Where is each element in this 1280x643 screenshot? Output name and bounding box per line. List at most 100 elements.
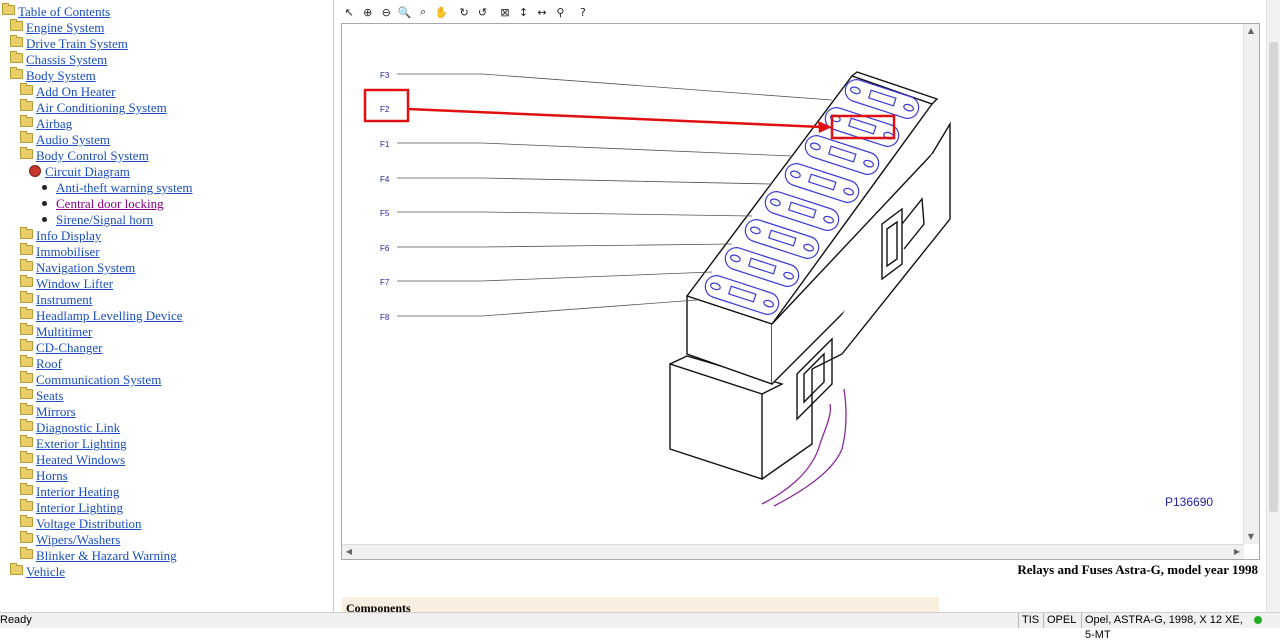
magnify-icon[interactable]: ⚲ bbox=[552, 3, 568, 21]
tree-item[interactable]: Diagnostic Link bbox=[20, 419, 120, 436]
tree-item[interactable]: Seats bbox=[20, 387, 63, 404]
tree-item-link[interactable]: Engine System bbox=[26, 20, 104, 35]
fit-window-icon[interactable]: ⊠ bbox=[497, 3, 513, 21]
tree-item[interactable]: Heated Windows bbox=[20, 451, 125, 468]
tree-item-link[interactable]: Interior Lighting bbox=[36, 500, 123, 515]
tree-item[interactable]: Immobiliser bbox=[20, 243, 100, 260]
scroll-down-arrow[interactable]: ▼ bbox=[1244, 530, 1258, 544]
tree-item[interactable]: Communication System bbox=[20, 371, 161, 388]
tree-item-link[interactable]: Add On Heater bbox=[36, 84, 115, 99]
tree-item[interactable]: Instrument bbox=[20, 291, 92, 308]
tree-item-link[interactable]: Central door locking bbox=[56, 196, 164, 211]
tree-item-link[interactable]: Table of Contents bbox=[18, 4, 110, 19]
page-scrollbar-thumb[interactable] bbox=[1269, 42, 1278, 512]
page-scrollbar[interactable] bbox=[1266, 0, 1280, 612]
zoom-out-icon[interactable]: ⊖ bbox=[378, 3, 394, 21]
tree-item-link[interactable]: Circuit Diagram bbox=[45, 164, 130, 179]
diagram-viewer[interactable]: F3 F2 F1 F4 F5 F6 F7 F8 P136690 ▲ ▼ ◀ ▶ bbox=[341, 23, 1260, 560]
tree-item[interactable]: Circuit Diagram bbox=[29, 164, 130, 180]
tree-item-link[interactable]: Body System bbox=[26, 68, 96, 83]
fit-height-icon[interactable]: ↕ bbox=[515, 3, 531, 21]
tree-item-link[interactable]: Sirene/Signal horn bbox=[56, 212, 153, 227]
tree-item-link[interactable]: Voltage Distribution bbox=[36, 516, 142, 531]
fuse-label: F1 bbox=[380, 140, 390, 149]
tree-item-link[interactable]: Info Display bbox=[36, 228, 101, 243]
help-icon[interactable]: ? bbox=[575, 3, 591, 21]
tree-item-link[interactable]: Exterior Lighting bbox=[36, 436, 127, 451]
tree-item-link[interactable]: Navigation System bbox=[36, 260, 135, 275]
tree-item-link[interactable]: Heated Windows bbox=[36, 452, 125, 467]
tree-item[interactable]: Mirrors bbox=[20, 403, 76, 420]
tree-item-link[interactable]: Drive Train System bbox=[26, 36, 128, 51]
tree-item[interactable]: CD-Changer bbox=[20, 339, 102, 356]
tree-item-link[interactable]: Communication System bbox=[36, 372, 161, 387]
tree-item[interactable]: Interior Lighting bbox=[20, 499, 123, 516]
tree-item[interactable]: Table of Contents bbox=[2, 3, 110, 20]
tree-item[interactable]: Navigation System bbox=[20, 259, 135, 276]
tree-item[interactable]: Wipers/Washers bbox=[20, 531, 120, 548]
tree-item[interactable]: Audio System bbox=[20, 131, 110, 148]
scroll-up-arrow[interactable]: ▲ bbox=[1244, 24, 1258, 38]
tree-item[interactable]: Body System bbox=[10, 67, 96, 84]
tree-item[interactable]: Anti-theft warning system bbox=[39, 180, 192, 196]
tree-item[interactable]: Horns bbox=[20, 467, 68, 484]
tree-item-link[interactable]: Mirrors bbox=[36, 404, 76, 419]
tree-item-link[interactable]: Interior Heating bbox=[36, 484, 119, 499]
zoom-in-icon[interactable]: ⊕ bbox=[359, 3, 375, 21]
tree-item[interactable]: Engine System bbox=[10, 19, 104, 36]
tree-item-link[interactable]: Airbag bbox=[36, 116, 72, 131]
tree-item-link[interactable]: CD-Changer bbox=[36, 340, 102, 355]
select-tool-icon[interactable]: ↖ bbox=[341, 3, 357, 21]
tree-item[interactable]: Sirene/Signal horn bbox=[39, 212, 153, 228]
tree-item-link[interactable]: Body Control System bbox=[36, 148, 149, 163]
tree-item-link[interactable]: Immobiliser bbox=[36, 244, 100, 259]
tree-item-link[interactable]: Audio System bbox=[36, 132, 110, 147]
tree-item[interactable]: Air Conditioning System bbox=[20, 99, 167, 116]
horizontal-scrollbar[interactable]: ◀ ▶ bbox=[342, 544, 1244, 559]
pan-hand-icon[interactable]: ✋ bbox=[433, 3, 449, 21]
tree-item[interactable]: Airbag bbox=[20, 115, 72, 132]
zoom-area-icon[interactable]: ⌕ bbox=[415, 3, 431, 21]
tree-item-link[interactable]: Multitimer bbox=[36, 324, 92, 339]
folder-icon bbox=[20, 547, 33, 559]
tree-item[interactable]: Roof bbox=[20, 355, 62, 372]
scroll-left-arrow[interactable]: ◀ bbox=[342, 545, 356, 559]
tree-item-link[interactable]: Seats bbox=[36, 388, 63, 403]
tree-item[interactable]: Drive Train System bbox=[10, 35, 128, 52]
rotate-cw-icon[interactable]: ↻ bbox=[456, 3, 472, 21]
tree-item-link[interactable]: Instrument bbox=[36, 292, 92, 307]
fuse-label: F3 bbox=[380, 71, 390, 80]
tree-item[interactable]: Exterior Lighting bbox=[20, 435, 127, 452]
tree-item-link[interactable]: Chassis System bbox=[26, 52, 107, 67]
tree-item-link[interactable]: Window Lifter bbox=[36, 276, 113, 291]
tree-item-link[interactable]: Headlamp Levelling Device bbox=[36, 308, 183, 323]
tree-item[interactable]: Multitimer bbox=[20, 323, 92, 340]
tree-item[interactable]: Info Display bbox=[20, 227, 101, 244]
tree-item[interactable]: Blinker & Hazard Warning bbox=[20, 547, 177, 564]
tree-item-link[interactable]: Roof bbox=[36, 356, 62, 371]
tree-item-link[interactable]: Diagnostic Link bbox=[36, 420, 120, 435]
tree-item[interactable]: Add On Heater bbox=[20, 83, 115, 100]
zoom-icon[interactable]: 🔍 bbox=[396, 3, 412, 21]
tree-item[interactable]: Body Control System bbox=[20, 147, 149, 164]
tree-item-link[interactable]: Anti-theft warning system bbox=[56, 180, 192, 195]
tree-item-link[interactable]: Blinker & Hazard Warning bbox=[36, 548, 177, 563]
tree-item-link[interactable]: Vehicle bbox=[26, 564, 65, 579]
tree-item-link[interactable]: Wipers/Washers bbox=[36, 532, 120, 547]
vertical-scrollbar[interactable]: ▲ ▼ bbox=[1243, 24, 1259, 544]
fuse-label: F7 bbox=[380, 278, 390, 287]
part-number: P136690 bbox=[1165, 495, 1213, 509]
tree-item[interactable]: Chassis System bbox=[10, 51, 107, 68]
scroll-right-arrow[interactable]: ▶ bbox=[1230, 545, 1244, 559]
rotate-ccw-icon[interactable]: ↺ bbox=[474, 3, 490, 21]
tree-item[interactable]: Voltage Distribution bbox=[20, 515, 142, 532]
highlight-arrowhead bbox=[818, 121, 832, 133]
tree-item[interactable]: Headlamp Levelling Device bbox=[20, 307, 183, 324]
tree-item[interactable]: Vehicle bbox=[10, 563, 65, 580]
tree-item-link[interactable]: Horns bbox=[36, 468, 68, 483]
tree-item-link[interactable]: Air Conditioning System bbox=[36, 100, 167, 115]
fit-width-icon[interactable]: ↔ bbox=[534, 3, 550, 21]
tree-item[interactable]: Interior Heating bbox=[20, 483, 119, 500]
tree-item[interactable]: Central door locking bbox=[39, 196, 164, 212]
tree-item[interactable]: Window Lifter bbox=[20, 275, 113, 292]
